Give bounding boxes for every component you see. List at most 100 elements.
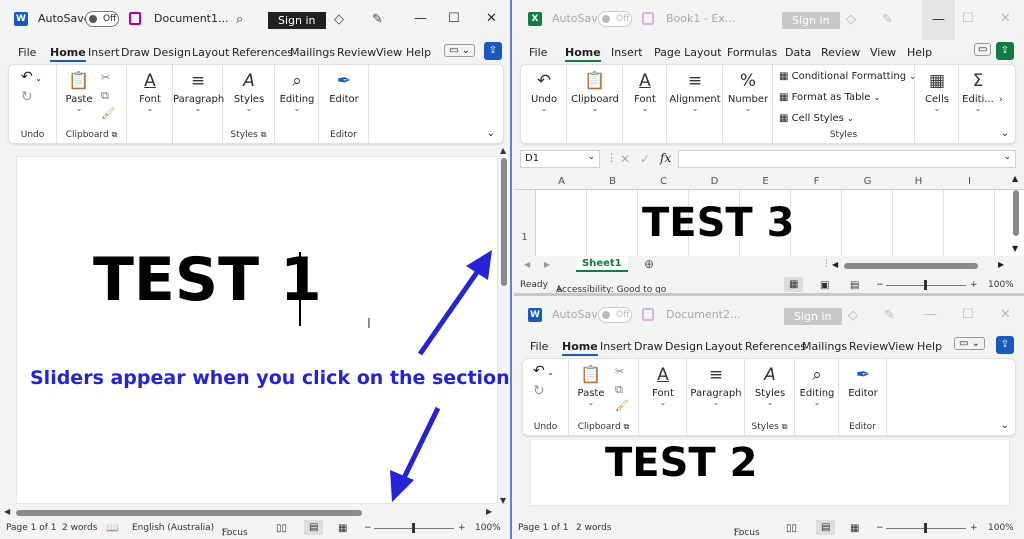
- save-icon[interactable]: [129, 12, 141, 25]
- row-header[interactable]: 1: [514, 190, 536, 256]
- autosave-toggle[interactable]: Off: [598, 307, 632, 323]
- zoom-slider-thumb[interactable]: [412, 523, 415, 533]
- document-title[interactable]: Document2...: [666, 308, 740, 321]
- save-icon[interactable]: [642, 12, 654, 25]
- font-button[interactable]: A Font ⌄: [625, 71, 665, 113]
- menu-view[interactable]: View: [888, 340, 914, 353]
- number-button[interactable]: % Number ⌄: [725, 71, 771, 113]
- sign-in-button[interactable]: Sign in: [782, 12, 840, 29]
- zoom-out-icon[interactable]: −: [876, 280, 884, 290]
- comments-icon[interactable]: ▭ ⌄: [444, 44, 476, 57]
- pen-icon[interactable]: ✎: [884, 308, 895, 323]
- maximize-icon[interactable]: ☐: [962, 11, 974, 26]
- autosave-toggle[interactable]: Off: [85, 11, 119, 27]
- menu-view[interactable]: View: [376, 46, 402, 59]
- hscroll-left-icon[interactable]: ◀: [832, 260, 838, 269]
- menu-home[interactable]: Home: [562, 340, 598, 356]
- page-break-icon[interactable]: ▤: [850, 280, 859, 291]
- column-header[interactable]: B: [587, 176, 638, 187]
- ribbon-scroll-right-icon[interactable]: ›: [999, 95, 1003, 105]
- editor-button[interactable]: ✒ Editor: [323, 71, 365, 105]
- cell-styles-button[interactable]: ▦ Cell Styles ⌄: [779, 113, 854, 124]
- menu-layout[interactable]: Layout: [192, 46, 229, 59]
- more-icon[interactable]: ⋮: [606, 151, 617, 164]
- format-as-table-button[interactable]: ▦ Format as Table ⌄: [779, 92, 880, 103]
- paste-button[interactable]: 📋 Paste ⌄: [65, 71, 93, 113]
- document-page[interactable]: TEST 2: [530, 440, 1010, 506]
- menu-draw[interactable]: Draw: [121, 46, 150, 59]
- maximize-icon[interactable]: ☐: [448, 11, 460, 26]
- menu-data[interactable]: Data: [785, 46, 811, 59]
- menu-insert[interactable]: Insert: [600, 340, 632, 353]
- alignment-button[interactable]: ≡ Alignment ⌄: [669, 71, 721, 113]
- scroll-left-icon[interactable]: ◀: [4, 507, 10, 516]
- column-header[interactable]: E: [740, 176, 791, 187]
- paste-button[interactable]: 📋 Paste ⌄: [577, 365, 605, 407]
- menu-file[interactable]: File: [18, 46, 36, 59]
- minimize-icon[interactable]: —: [924, 307, 937, 322]
- cut-icon[interactable]: ✂: [615, 365, 624, 378]
- zoom-in-icon[interactable]: +: [970, 280, 978, 290]
- page-layout-icon[interactable]: ▣: [820, 280, 829, 291]
- zoom-slider-thumb[interactable]: [924, 523, 927, 533]
- format-painter-icon[interactable]: 🖌: [101, 107, 115, 120]
- menu-file[interactable]: File: [529, 46, 547, 59]
- word-count[interactable]: 2 words: [576, 523, 611, 533]
- word-count[interactable]: 2 words: [62, 523, 97, 533]
- undo-icon[interactable]: ↶ ⌄: [533, 363, 554, 379]
- close-icon[interactable]: ✕: [486, 11, 497, 26]
- cut-icon[interactable]: ✂: [101, 71, 110, 84]
- cells-button[interactable]: ▦ Cells ⌄: [917, 71, 957, 113]
- menu-design[interactable]: Design: [665, 340, 703, 353]
- collapse-ribbon-icon[interactable]: ⌄: [1001, 420, 1009, 431]
- cancel-icon[interactable]: ✕: [620, 152, 630, 166]
- editing-button[interactable]: ⌕ Editing ⌄: [277, 71, 317, 113]
- editing-button[interactable]: Σ Editi... ⌄: [961, 71, 995, 113]
- zoom-slider-thumb[interactable]: [924, 280, 927, 290]
- dialog-launcher-icon[interactable]: ⧉: [782, 422, 788, 431]
- sheet-tab-sheet1[interactable]: Sheet1: [576, 257, 628, 272]
- menu-mailings[interactable]: Mailings: [290, 46, 335, 59]
- menu-view[interactable]: View: [870, 46, 896, 59]
- menu-help[interactable]: Help: [907, 46, 932, 59]
- tab-split-icon[interactable]: ⋮: [822, 259, 831, 269]
- editor-button[interactable]: ✒ Editor: [843, 365, 883, 399]
- enter-icon[interactable]: ✓: [640, 152, 650, 166]
- column-header[interactable]: G: [842, 176, 893, 187]
- excel-horizontal-scrollbar[interactable]: [844, 263, 978, 269]
- minimize-icon[interactable]: —: [414, 11, 427, 26]
- document-page[interactable]: TEST 1 I: [16, 156, 498, 504]
- clipboard-button[interactable]: 📋 Clipboard ⌄: [569, 71, 621, 113]
- editing-button[interactable]: ⌕ Editing ⌄: [797, 365, 837, 407]
- column-header[interactable]: H: [893, 176, 944, 187]
- paragraph-button[interactable]: ≡ Paragraph ⌄: [173, 71, 224, 113]
- menu-review[interactable]: Review: [337, 46, 376, 59]
- menu-references[interactable]: References: [745, 340, 806, 353]
- sheet-scroll-right-icon[interactable]: ▶: [544, 260, 550, 269]
- menu-page-layout[interactable]: Page Layout: [654, 46, 722, 59]
- document-title[interactable]: Document1...: [154, 12, 228, 25]
- excel-vscroll-down[interactable]: ▼: [1012, 244, 1018, 253]
- dialog-launcher-icon[interactable]: ⧉: [261, 130, 267, 139]
- font-button[interactable]: A Font ⌄: [643, 365, 683, 407]
- menu-home[interactable]: Home: [565, 46, 601, 62]
- dialog-launcher-icon[interactable]: ⧉: [112, 130, 118, 139]
- print-layout-icon[interactable]: ▤: [304, 520, 324, 535]
- scroll-right-icon[interactable]: ▶: [486, 507, 492, 516]
- menu-formulas[interactable]: Formulas: [727, 46, 777, 59]
- copy-icon[interactable]: ⧉: [615, 383, 623, 397]
- pen-icon[interactable]: ✎: [372, 12, 383, 27]
- chevron-down-icon[interactable]: ⌄: [1003, 152, 1011, 162]
- worksheet-grid[interactable]: A B C D E F G H I 1 TEST 3: [514, 174, 1024, 256]
- menu-file[interactable]: File: [530, 340, 548, 353]
- name-box[interactable]: D1 ⌄: [520, 150, 600, 168]
- search-icon[interactable]: ⌕: [236, 12, 243, 27]
- zoom-level[interactable]: 100%: [988, 280, 1014, 290]
- zoom-level[interactable]: 100%: [475, 523, 501, 533]
- close-icon[interactable]: ✕: [1000, 11, 1011, 26]
- document-title[interactable]: Book1 - Ex...: [666, 12, 735, 25]
- web-layout-icon[interactable]: ▦: [338, 523, 347, 534]
- dialog-launcher-icon[interactable]: ⧉: [624, 422, 630, 431]
- styles-button[interactable]: A Styles ⌄: [227, 71, 271, 113]
- read-mode-icon[interactable]: ▯▯: [786, 523, 797, 534]
